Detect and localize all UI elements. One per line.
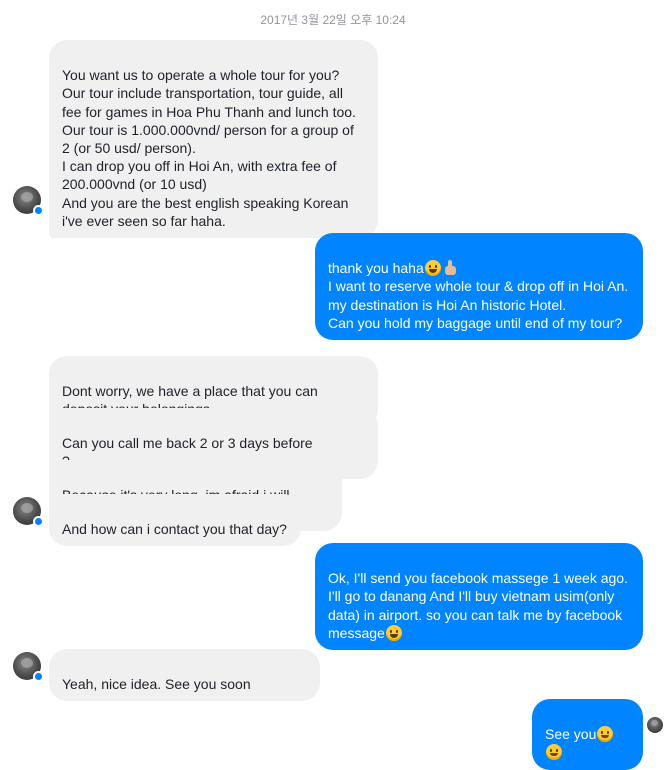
- messenger-badge-icon: [33, 205, 44, 216]
- thumbs-up-icon: [443, 260, 457, 276]
- avatar-photo: [651, 720, 658, 726]
- outgoing-message[interactable]: Ok, I'll send you facebook massege 1 wee…: [315, 543, 643, 651]
- contact-avatar[interactable]: [13, 652, 44, 682]
- message-text: Yeah, nice idea. See you soon: [62, 676, 251, 693]
- incoming-message[interactable]: You want us to operate a whole tour for …: [49, 40, 378, 239]
- outgoing-message[interactable]: See you: [532, 699, 643, 770]
- message-text: And how can i contact you that day?: [62, 521, 287, 538]
- seen-receipt-avatar: [647, 717, 663, 733]
- conversation-timestamp: 2017년 3월 22일 오후 10:24: [260, 13, 406, 27]
- avatar-photo: [21, 658, 33, 668]
- contact-avatar[interactable]: [13, 497, 44, 527]
- incoming-message[interactable]: Yeah, nice idea. See you soon: [49, 649, 320, 702]
- avatar-photo: [21, 503, 33, 513]
- messenger-badge-icon: [33, 516, 44, 527]
- message-text: I want to reserve whole tour & drop off …: [328, 278, 629, 331]
- incoming-message[interactable]: And how can i contact you that day?: [49, 494, 301, 547]
- smiling-face-icon: [597, 726, 614, 743]
- grinning-face-icon: [385, 624, 402, 641]
- messenger-badge-icon: [33, 671, 44, 682]
- message-text: See you: [545, 726, 597, 743]
- message-text: You want us to operate a whole tour for …: [62, 67, 356, 229]
- message-text-lead: thank you haha: [328, 260, 424, 277]
- grinning-face-icon: [424, 260, 441, 277]
- message-text: Ok, I'll send you facebook massege 1 wee…: [328, 570, 628, 641]
- smiling-face-icon: [546, 744, 562, 761]
- avatar-photo: [21, 192, 33, 202]
- contact-avatar[interactable]: [13, 186, 44, 216]
- outgoing-message[interactable]: thank you haha I want to reserve whole t…: [315, 233, 643, 341]
